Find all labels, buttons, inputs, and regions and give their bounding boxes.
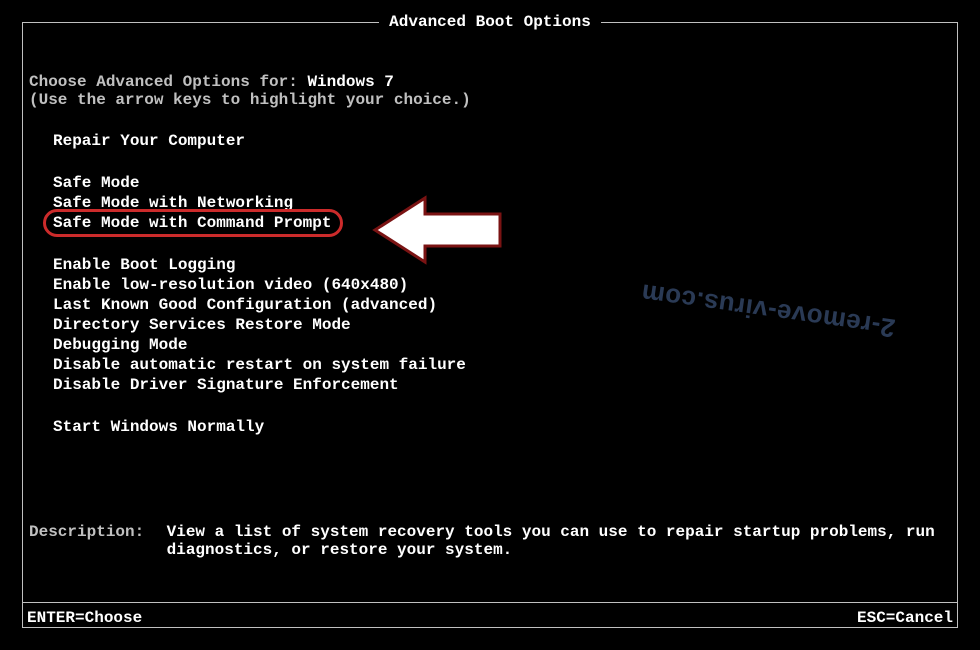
menu-safe-mode[interactable]: Safe Mode — [53, 173, 951, 193]
content-area: Choose Advanced Options for: Windows 7 (… — [29, 73, 951, 437]
description-block: Description: View a list of system recov… — [29, 523, 951, 559]
choose-prefix: Choose Advanced Options for: — [29, 73, 307, 91]
title-row: Advanced Boot Options — [23, 13, 957, 31]
menu-enable-boot-logging[interactable]: Enable Boot Logging — [53, 255, 951, 275]
screen-frame: Advanced Boot Options Choose Advanced Op… — [22, 22, 958, 628]
menu-safe-mode-command-prompt[interactable]: Safe Mode with Command Prompt — [53, 213, 951, 233]
menu-safe-mode-networking[interactable]: Safe Mode with Networking — [53, 193, 951, 213]
menu-low-res-video[interactable]: Enable low-resolution video (640x480) — [53, 275, 951, 295]
footer-row: ENTER=Choose ESC=Cancel — [23, 602, 957, 629]
footer-enter: ENTER=Choose — [27, 609, 142, 627]
description-label: Description: — [29, 523, 157, 541]
choose-line: Choose Advanced Options for: Windows 7 — [29, 73, 951, 91]
menu-repair-your-computer[interactable]: Repair Your Computer — [53, 131, 951, 151]
menu-disable-auto-restart[interactable]: Disable automatic restart on system fail… — [53, 355, 951, 375]
menu-safe-mode-command-prompt-label: Safe Mode with Command Prompt — [53, 214, 331, 232]
menu-ds-restore-mode[interactable]: Directory Services Restore Mode — [53, 315, 951, 335]
page-title: Advanced Boot Options — [379, 13, 601, 31]
hint-line: (Use the arrow keys to highlight your ch… — [29, 91, 951, 109]
menu-start-windows-normally[interactable]: Start Windows Normally — [53, 417, 951, 437]
menu-debugging-mode[interactable]: Debugging Mode — [53, 335, 951, 355]
footer-esc: ESC=Cancel — [857, 609, 953, 627]
os-name: Windows 7 — [307, 73, 393, 91]
description-text: View a list of system recovery tools you… — [167, 523, 947, 559]
boot-menu[interactable]: Repair Your Computer Safe Mode Safe Mode… — [29, 131, 951, 437]
menu-last-known-good[interactable]: Last Known Good Configuration (advanced) — [53, 295, 951, 315]
menu-disable-driver-sig[interactable]: Disable Driver Signature Enforcement — [53, 375, 951, 395]
